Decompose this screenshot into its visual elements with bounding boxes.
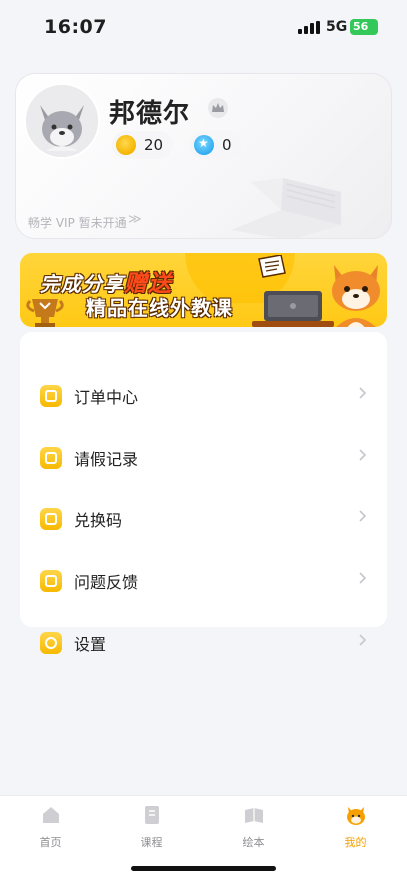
trophy-icon: [26, 299, 64, 327]
menu-item-label: 请假记录: [74, 450, 139, 469]
crown-icon: [208, 98, 228, 118]
course-icon: [144, 806, 159, 824]
status-time: 16:07: [44, 16, 107, 38]
share-promo-banner[interactable]: 完成分享赠送 精品在线外教课: [20, 253, 387, 327]
fox-mascot-icon: [332, 265, 380, 327]
tab-home[interactable]: 首页: [0, 804, 101, 850]
status-bar: 16:07 5G 56: [0, 0, 407, 54]
tab-label: 首页: [39, 836, 62, 849]
tab-mine[interactable]: 我的: [305, 804, 406, 850]
chevron-right-icon: [359, 634, 367, 646]
leave-record-icon: [40, 447, 62, 469]
star-count: 0: [222, 136, 232, 154]
tab-label: 绘本: [242, 836, 265, 849]
picture-book-icon: [244, 808, 263, 823]
paper-icon: [258, 255, 286, 278]
battery-level: 56: [353, 20, 369, 33]
tab-course[interactable]: 课程: [101, 804, 202, 850]
chevron-right-icon: [359, 510, 367, 522]
avatar[interactable]: [24, 83, 100, 159]
coin-count: 20: [144, 136, 164, 154]
menu-item-label: 兑换码: [74, 511, 123, 530]
book-illustration: [231, 178, 341, 238]
star-balance[interactable]: 0: [190, 131, 242, 159]
menu-item-settings[interactable]: 设置: [20, 623, 387, 663]
star-icon: [194, 135, 214, 155]
coin-icon: [116, 135, 136, 155]
menu-item-label: 问题反馈: [74, 573, 139, 592]
vip-arrow-icon: ≫: [128, 212, 142, 227]
tab-picture-book[interactable]: 绘本: [203, 804, 304, 850]
signal-icon: [298, 21, 320, 34]
home-indicator: [131, 866, 276, 871]
vip-status-text[interactable]: 畅学 VIP 暂未开通: [28, 214, 127, 231]
menu-item-label: 订单中心: [74, 388, 139, 407]
redeem-code-icon: [40, 508, 62, 530]
tab-label: 课程: [140, 836, 163, 849]
mine-icon: [346, 807, 365, 825]
feedback-icon: [40, 570, 62, 592]
home-icon: [42, 807, 59, 823]
chevron-right-icon: [359, 449, 367, 461]
user-name: 邦德尔: [109, 99, 191, 129]
chevron-right-icon: [359, 387, 367, 399]
coin-balance[interactable]: 20: [112, 131, 174, 159]
network-type: 5G: [326, 19, 348, 35]
menu-item-label: 设置: [74, 635, 107, 654]
settings-icon: [40, 632, 62, 654]
menu-item-orders[interactable]: 订单中心: [20, 376, 387, 416]
battery-icon: 56: [350, 19, 378, 35]
profile-card[interactable]: 邦德尔 20 0 畅学 VIP 暂未开通 ≫: [15, 73, 392, 239]
tab-label: 我的: [344, 836, 367, 849]
menu-item-feedback[interactable]: 问题反馈: [20, 561, 387, 601]
menu-item-redeem-code[interactable]: 兑换码: [20, 499, 387, 539]
chevron-right-icon: [359, 572, 367, 584]
laptop-icon: [252, 291, 334, 327]
order-icon: [40, 385, 62, 407]
menu-item-leave-records[interactable]: 请假记录: [20, 438, 387, 478]
banner-subline: 精品在线外教课: [86, 296, 233, 320]
